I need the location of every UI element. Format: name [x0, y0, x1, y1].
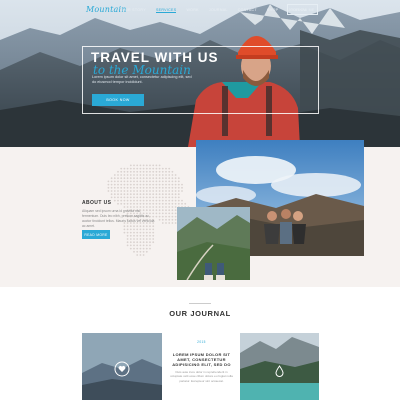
- logo[interactable]: Mountain: [86, 5, 127, 14]
- journal-card[interactable]: 2015 LOREM IPSUM DOLOR SIT AMET, CONSECT…: [163, 333, 240, 400]
- card-date: 2015: [197, 340, 206, 344]
- nav-item-shop[interactable]: SHOP: [267, 8, 278, 13]
- divider: [189, 303, 211, 304]
- hero-section: Mountain OUR STORY SERVICES WORK JOURNAL…: [0, 0, 400, 147]
- about-description: Aliquam sed ipsum urna id gravida nisl, …: [82, 209, 155, 228]
- nav-item-contact[interactable]: CONTACT: [238, 8, 257, 13]
- book-now-button[interactable]: BOOK NOW: [92, 94, 144, 106]
- main-navigation: Mountain OUR STORY SERVICES WORK JOURNAL…: [0, 0, 400, 20]
- nav-item-our-story[interactable]: OUR STORY: [122, 8, 146, 13]
- hero-description: Lorem ipsum dolor sit amet, consectetur …: [92, 75, 192, 85]
- card-description: Duis aute irure dolor in reprehenderit i…: [170, 370, 233, 383]
- read-more-button[interactable]: READ MORE: [82, 230, 110, 239]
- nav-item-work[interactable]: WORK: [186, 8, 198, 13]
- about-section: ABOUT US Aliquam sed ipsum urna id gravi…: [0, 140, 400, 287]
- card-title[interactable]: LOREM IPSUM DOLOR SIT AMET, CONSECTETUR …: [167, 352, 236, 368]
- follow-button[interactable]: FOLLOW ME: [287, 4, 318, 15]
- journal-image-mountains[interactable]: [82, 333, 162, 400]
- nav-item-journal[interactable]: JOURNAL: [209, 8, 228, 13]
- about-title: ABOUT US: [82, 200, 112, 206]
- valley-photo: [177, 207, 250, 280]
- journal-image-lake[interactable]: [240, 333, 319, 400]
- journal-title: OUR JOURNAL: [169, 309, 231, 318]
- menu: OUR STORY SERVICES WORK JOURNAL CONTACT …: [122, 8, 307, 13]
- nav-item-services[interactable]: SERVICES: [155, 8, 177, 13]
